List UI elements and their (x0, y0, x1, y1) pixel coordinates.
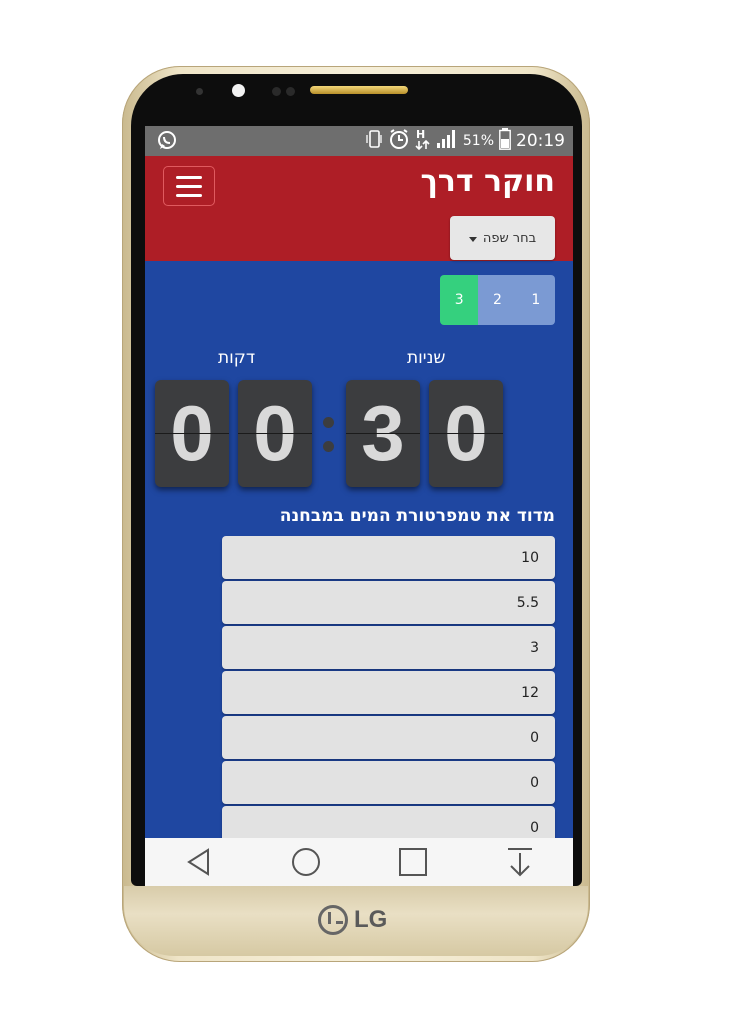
language-select-button[interactable]: בחר שפה (450, 216, 555, 260)
clock: 20:19 (516, 131, 565, 151)
alarm-icon (388, 128, 410, 154)
recents-icon[interactable] (391, 844, 435, 880)
answer-option[interactable]: 0 (222, 716, 555, 759)
timer-digit-minutes-ones: 0 (238, 380, 312, 487)
signal-icon (436, 129, 458, 153)
earpiece-speaker (310, 86, 408, 94)
page-selector: 1 2 3 (440, 275, 555, 325)
language-button-label: בחר שפה (482, 230, 537, 246)
question-text: מדוד את טמפרטורת המים במבחנה (279, 506, 555, 526)
answer-option[interactable]: 5.5 (222, 581, 555, 624)
answer-option[interactable]: 3 (222, 626, 555, 669)
seconds-label: שניות (407, 348, 446, 368)
timer-digit-minutes-tens: 0 (155, 380, 229, 487)
hplus-data-icon: H (415, 128, 431, 154)
svg-text:H: H (416, 128, 425, 141)
menu-bar (176, 175, 202, 179)
page-button-2[interactable]: 2 (478, 275, 517, 325)
minutes-label: דקות (218, 348, 256, 368)
brand-logo: LG (318, 903, 387, 937)
timer-digit-seconds-tens: 3 (346, 380, 420, 487)
lg-logo-icon (318, 905, 348, 935)
menu-bar (176, 193, 202, 197)
back-icon[interactable] (177, 844, 221, 880)
front-camera-icon (232, 84, 245, 97)
hamburger-menu-button[interactable] (163, 166, 215, 206)
timer-colon (323, 409, 335, 459)
whatsapp-icon (157, 130, 177, 156)
screen: H 51% 20:19 חוקר דרך בחר שפה 1 2 3 דקות (145, 126, 573, 886)
notification-pull-icon[interactable] (498, 844, 542, 880)
page-button-3[interactable]: 3 (440, 275, 479, 325)
app-title: חוקר דרך (420, 164, 555, 199)
app-header: חוקר דרך בחר שפה (145, 156, 573, 261)
timer-digit-seconds-ones: 0 (429, 380, 503, 487)
answer-option[interactable]: 0 (222, 761, 555, 804)
menu-bar (176, 184, 202, 188)
home-icon[interactable] (284, 844, 328, 880)
sensor-icon (196, 88, 203, 95)
sensor-icon (272, 87, 281, 96)
android-nav-bar (145, 838, 573, 886)
page-button-1[interactable]: 1 (516, 275, 555, 325)
battery-percent: 51% (462, 133, 494, 149)
status-bar: H 51% 20:19 (145, 126, 573, 156)
answer-option[interactable]: 10 (222, 536, 555, 579)
battery-icon (499, 128, 511, 154)
caret-down-icon (468, 237, 477, 242)
brand-name: LG (354, 906, 388, 933)
answer-list: 10 5.5 3 12 0 0 0 (222, 536, 555, 851)
answer-option[interactable]: 12 (222, 671, 555, 714)
sensor-icon (286, 87, 295, 96)
vibrate-icon (365, 129, 383, 153)
status-icons: H 51% 20:19 (365, 126, 565, 156)
